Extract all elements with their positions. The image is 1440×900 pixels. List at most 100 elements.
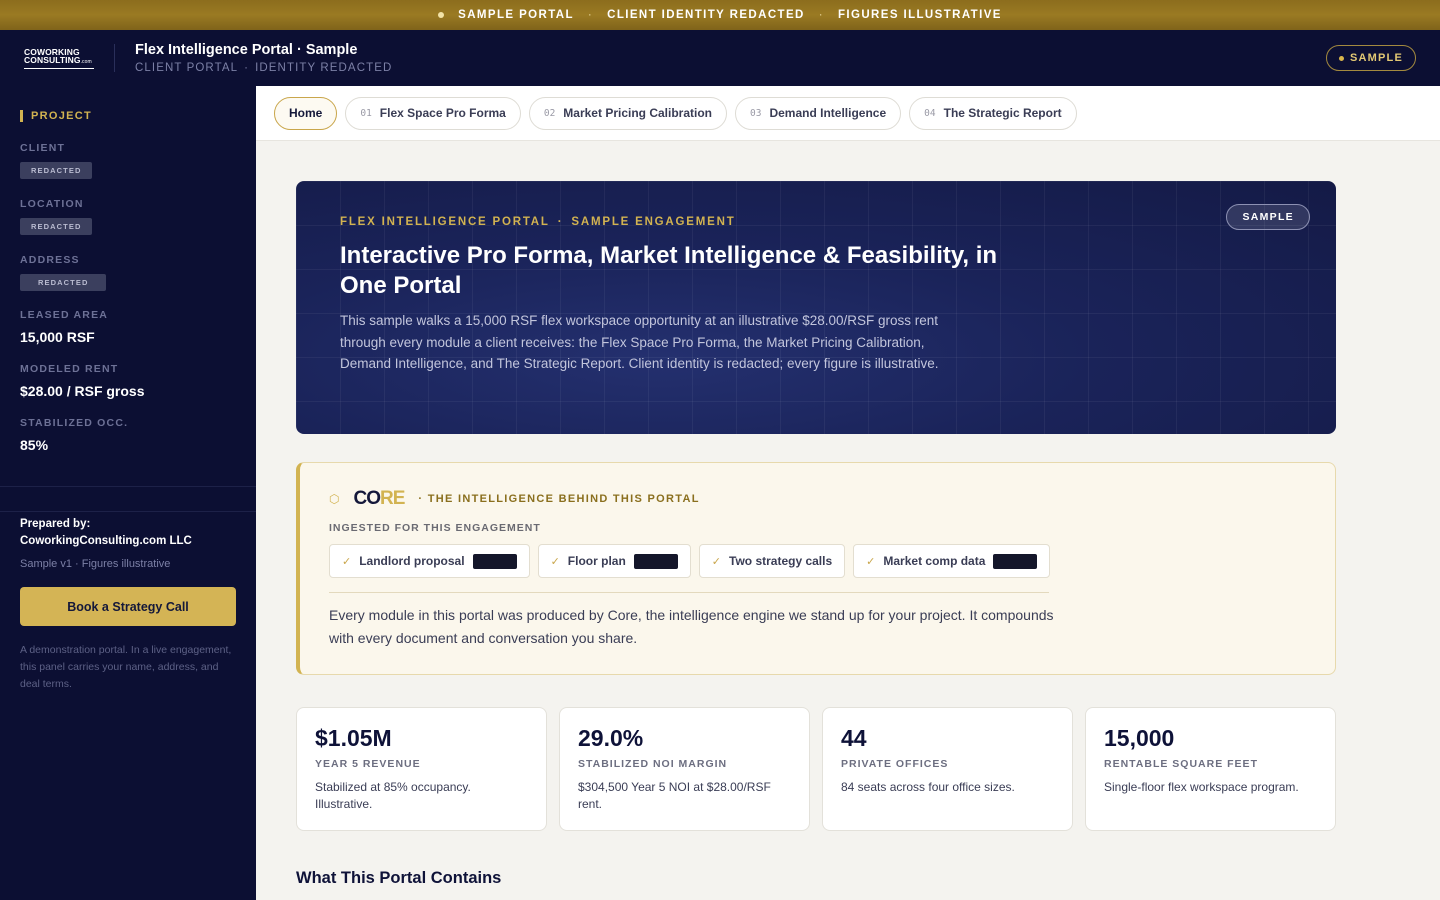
hero-banner: FLEX INTELLIGENCE PORTAL · SAMPLE ENGAGEME… [296,181,1336,434]
check-icon: ✓ [866,555,876,568]
stat-value: 15,000 [1104,725,1175,751]
banner-item-identity-redacted: CLIENT IDENTITY REDACTED [607,9,805,21]
stat-description: 84 seats across four office sizes. [841,780,1015,794]
section-heading-label: PROJECT [31,110,93,122]
sample-badge-label: SAMPLE [1349,52,1403,64]
tab-label: The Strategic Report [943,106,1062,120]
stat-label: RENTABLE SQUARE FEET [1104,758,1258,770]
tab-flex-space-pro-forma[interactable]: 01 Flex Space Pro Forma [345,96,521,130]
sample-badge: SAMPLE [1325,45,1416,71]
stat-description: Single-floor flex workspace program. [1104,780,1299,794]
chip-landlord-proposal: ✓ Landlord proposal [329,544,530,578]
hexagon-icon: ⬡ [329,492,340,506]
logo-line-2: CONSULTING.com [24,55,92,65]
chip-label: Market comp data [883,554,986,568]
core-logo: CORE [353,488,405,509]
app-header: COWORKING CONSULTING.com Flex Intelligen… [0,30,1440,86]
tab-label: Market Pricing Calibration [563,106,712,120]
tab-number: 03 [750,107,762,119]
modeled-rent-value: $28.00 / RSF gross [20,383,145,399]
core-description: Every module in this portal was produced… [329,607,1054,646]
redaction-bar [993,553,1038,569]
stat-card-year5-revenue: $1.05M YEAR 5 REVENUE Stabilized at 85% … [296,707,547,831]
section-title: What This Portal Contains [296,869,502,887]
stat-value: 29.0% [578,725,644,751]
chip-two-strategy-calls: ✓ Two strategy calls [698,544,846,578]
hero-title: Interactive Pro Forma, Market Intelligen… [340,242,998,299]
sidebar: PROJECT CLIENT REDACTED LOCATION REDACTE… [0,86,256,900]
chip-floor-plan: ✓ Floor plan [537,544,691,578]
section-accent-bar [20,110,23,122]
tab-number: 02 [543,107,556,119]
sidebar-section-heading: PROJECT [20,110,236,122]
stat-label: YEAR 5 REVENUE [315,758,421,770]
banner-separator: · [587,9,594,21]
company-logo[interactable]: COWORKING CONSULTING.com [24,47,96,69]
tab-market-pricing-calibration[interactable]: 02 Market Pricing Calibration [528,96,727,130]
tab-label: Home [289,106,323,120]
core-intelligence-card: ⬡ CORE · THE INTELLIGENCE BEHIND THIS PO… [296,462,1336,675]
header-divider [114,44,115,72]
ingested-chips: ✓ Landlord proposal ✓ Floor plan ✓ Two s… [329,544,1051,578]
sidebar-disclaimer: A demonstration portal. In a live engage… [20,644,232,690]
tab-number: 01 [360,107,372,119]
ingested-label: INGESTED FOR THIS ENGAGEMENT [329,522,541,534]
banner-separator: · [818,9,824,21]
hero-eyebrow: FLEX INTELLIGENCE PORTAL · SAMPLE ENGAGEME… [340,216,736,228]
prepared-by-company: CoworkingConsulting.com LLC [20,535,192,547]
tab-strategic-report[interactable]: 04 The Strategic Report [909,96,1077,130]
tab-label: Flex Space Pro Forma [379,106,506,120]
client-redacted-badge: REDACTED [20,162,93,179]
banner-item-figures-illustrative: FIGURES ILLUSTRATIVE [837,9,1002,21]
header-title-block: Flex Intelligence Portal · Sample CLIENT… [135,42,392,74]
tab-demand-intelligence[interactable]: 03 Demand Intelligence [735,96,902,130]
version-note: Sample v1 · Figures illustrative [20,558,171,570]
hero-description: This sample walks a 15,000 RSF flex work… [340,313,939,371]
modeled-rent-label: MODELED RENT [20,363,119,375]
chip-label: Landlord proposal [359,554,465,568]
badge-dot-icon [1338,55,1344,61]
stat-card-rentable-square-feet: 15,000 RENTABLE SQUARE FEET Single-floor… [1085,707,1336,831]
portal-subtitle: CLIENT PORTAL · IDENTITY REDACTED [135,62,393,74]
chip-label: Two strategy calls [729,554,833,568]
location-label: LOCATION [20,198,84,210]
check-icon: ✓ [550,555,560,568]
client-label: CLIENT [20,142,66,154]
core-tagline: · THE INTELLIGENCE BEHIND THIS PORTAL [418,493,700,505]
tab-label: Demand Intelligence [769,106,887,120]
check-icon: ✓ [342,555,352,568]
top-banner: SAMPLE PORTAL · CLIENT IDENTITY REDACTED… [0,0,1440,30]
stat-label: STABILIZED NOI MARGIN [578,758,728,770]
core-divider [329,592,1049,593]
book-strategy-call-button[interactable]: Book a Strategy Call [20,587,236,626]
tab-home[interactable]: Home [274,96,338,130]
address-redacted-badge: REDACTED [20,274,107,291]
stat-label: PRIVATE OFFICES [841,758,949,770]
sidebar-divider [0,511,256,512]
prepared-by-label: Prepared by: [20,518,91,530]
chip-label: Floor plan [567,554,626,568]
hero-sample-badge: SAMPLE [1226,204,1310,230]
redaction-bar [472,553,517,569]
chip-market-comp-data: ✓ Market comp data [853,544,1051,578]
stat-card-private-offices: 44 PRIVATE OFFICES 84 seats across four … [822,707,1073,831]
stat-value: $1.05M [315,725,392,751]
stat-description: Stabilized at 85% occupancy. Illustrativ… [315,780,471,811]
banner-dot-icon [438,12,445,18]
logo-underline [24,67,94,69]
stat-description: $304,500 Year 5 NOI at $28.00/RSF rent. [578,780,771,811]
core-card-header: ⬡ CORE · THE INTELLIGENCE BEHIND THIS PO… [329,488,700,510]
stat-card-noi-margin: 29.0% STABILIZED NOI MARGIN $304,500 Yea… [559,707,810,831]
stabilized-occupancy-label: STABILIZED OCC. [20,417,129,429]
check-icon: ✓ [711,555,721,568]
banner-item-sample-portal: SAMPLE PORTAL [458,9,574,21]
address-label: ADDRESS [20,254,80,266]
stabilized-occupancy-value: 85% [20,437,49,453]
redaction-bar [633,553,678,569]
prepared-by-block: Prepared by: CoworkingConsulting.com LLC… [20,516,236,570]
leased-area-label: LEASED AREA [20,309,109,321]
stat-value: 44 [841,725,867,751]
location-redacted-badge: REDACTED [20,218,93,235]
tab-number: 04 [924,107,936,119]
leased-area-value: 15,000 RSF [20,329,95,345]
